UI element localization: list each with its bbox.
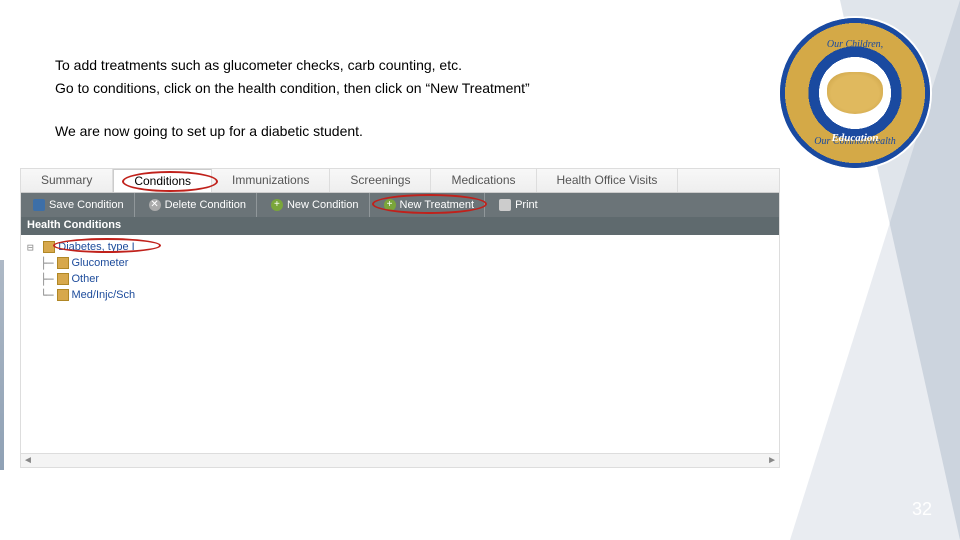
tab-medications[interactable]: Medications [431,169,536,192]
tab-label: Summary [41,173,92,187]
intro-note: We are now going to set up for a diabeti… [55,121,780,142]
tab-label: Conditions [134,174,191,188]
tree-child-medinjsch[interactable]: └─ Med/Injc/Sch [27,287,773,303]
tab-label: Medications [451,173,515,187]
tree-connector: ├─ [27,257,54,270]
save-condition-button[interactable]: Save Condition [23,193,135,217]
tab-bar: Summary Conditions Immunizations Screeni… [21,169,779,193]
delete-condition-button[interactable]: ✕ Delete Condition [139,193,257,217]
tab-label: Health Office Visits [557,173,658,187]
button-label: Save Condition [49,199,124,211]
intro-block: To add treatments such as glucometer che… [55,55,780,144]
page-number: 32 [912,499,932,520]
save-icon [33,199,45,211]
plus-icon: + [271,199,283,211]
callout-circle-new-treatment [372,194,487,214]
new-condition-button[interactable]: + New Condition [261,193,370,217]
tree-connector: └─ [27,289,54,302]
tab-screenings[interactable]: Screenings [330,169,431,192]
health-conditions-heading: Health Conditions [21,217,779,235]
tree-child-glucometer[interactable]: ├─ Glucometer [27,255,773,271]
horizontal-scrollbar[interactable]: ◄ ► [21,453,779,467]
tab-summary[interactable]: Summary [21,169,113,192]
item-icon [57,289,69,301]
scroll-right-arrow-icon[interactable]: ► [767,455,777,466]
button-label: Print [515,199,538,211]
callout-circle-diabetes [53,238,161,253]
conditions-tree: ⊟ Diabetes, type I ├─ Glucometer ├─ Othe… [21,235,779,307]
intro-line2: Go to conditions, click on the health co… [55,78,780,99]
action-toolbar: Save Condition ✕ Delete Condition + New … [21,193,779,217]
print-icon [499,199,511,211]
tree-label: Other [72,273,100,285]
item-icon [57,257,69,269]
new-treatment-button[interactable]: + New Treatment [374,193,486,217]
tree-label: Med/Injc/Sch [72,289,136,301]
item-icon [57,273,69,285]
tree-child-other[interactable]: ├─ Other [27,271,773,287]
button-label: Delete Condition [165,199,246,211]
tab-label: Screenings [350,173,410,187]
button-label: New Condition [287,199,359,211]
seal-label-top: Our Children, [827,39,883,50]
print-button[interactable]: Print [489,193,548,217]
scroll-left-arrow-icon[interactable]: ◄ [23,455,33,466]
seal-dept-bottom: Education [831,132,878,144]
tab-label: Immunizations [232,173,309,187]
tree-connector: ⊟ [27,241,40,254]
screenshot-panel: Summary Conditions Immunizations Screeni… [20,168,780,468]
decor-left-stripe [0,260,4,470]
kde-seal: Our Children, Our Commonwealth Education [780,18,930,168]
seal-state-shape [827,72,883,114]
intro-line1: To add treatments such as glucometer che… [55,55,780,76]
tree-connector: ├─ [27,273,54,286]
tab-conditions[interactable]: Conditions [113,169,212,192]
tab-immunizations[interactable]: Immunizations [212,169,330,192]
delete-icon: ✕ [149,199,161,211]
tree-root-diabetes[interactable]: ⊟ Diabetes, type I [27,239,773,255]
tree-label: Glucometer [72,257,129,269]
tab-health-office-visits[interactable]: Health Office Visits [537,169,679,192]
